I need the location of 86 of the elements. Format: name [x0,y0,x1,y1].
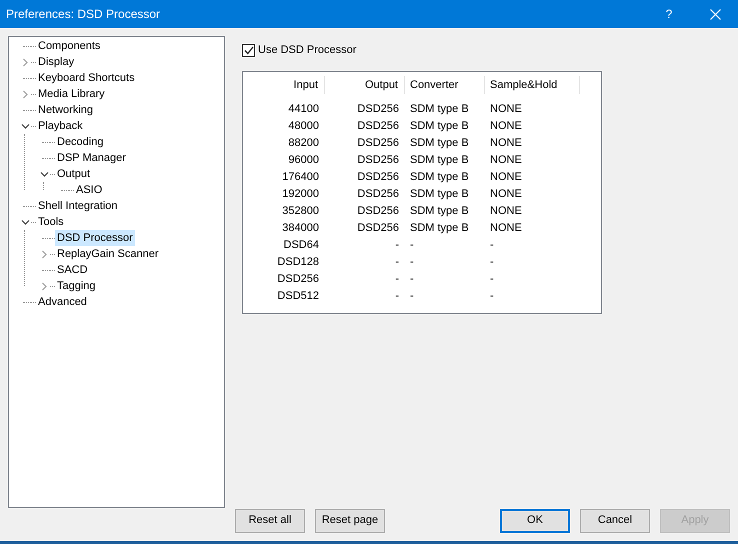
table-cell-text: DSD256 [356,204,400,218]
table-cell-text: SDM type B [409,170,470,184]
checkbox-label: Use DSD Processor [258,43,356,58]
tree-item[interactable]: Keyboard Shortcuts [36,70,137,86]
table-cell-text: NONE [489,102,523,116]
chevron-down-icon[interactable] [20,218,30,226]
column-header[interactable]: Output [325,76,405,94]
table-cell-text: DSD256 [276,272,320,286]
table-cell-text: 192000 [281,186,320,202]
tree-item[interactable]: Networking [36,102,96,118]
table-cell-text: - [489,238,495,252]
tree-item[interactable]: Advanced [36,294,89,310]
table-cell-text: - [409,288,415,304]
tree-item[interactable]: ASIO [74,182,104,198]
tree-item[interactable]: Playback [36,118,85,134]
tree-item[interactable]: ReplayGain Scanner [55,246,161,262]
table-cell-text: - [409,272,415,286]
tree-item[interactable]: DSP Manager [55,150,128,166]
table-cell-text: - [489,254,495,270]
table-cell-text: SDM type B [409,220,470,236]
dialog-button[interactable]: Cancel [580,508,650,532]
table-cell-text: NONE [489,118,523,134]
table-cell-text: - [394,238,400,252]
tree-item[interactable]: Shell Integration [36,198,120,214]
tree-item[interactable]: Media Library [36,86,107,102]
table-cell-text: - [489,288,495,304]
table-cell-text: - [394,288,400,304]
table-cell-text: SDM type B [409,204,470,218]
tree-item[interactable]: Output [55,166,92,182]
table-cell-text: 88200 [287,136,320,150]
dialog-button[interactable]: OK [500,508,570,532]
chevron-down-icon[interactable] [40,170,48,178]
tree-item[interactable]: Display [36,54,76,70]
table-cell-text: 352800 [281,204,320,218]
table-cell-text: - [409,238,415,252]
chevron-right-icon[interactable] [40,250,48,258]
table-cell-text: SDM type B [409,102,470,116]
tree-item[interactable]: Components [36,38,102,54]
table-cell-text: - [409,254,415,270]
table-cell-text: DSD256 [356,102,400,116]
table-cell-text: DSD256 [356,152,400,168]
close-icon [710,8,720,20]
help-button[interactable]: ? [646,0,692,28]
table-cell-text: NONE [489,152,523,168]
reset-button[interactable]: Reset page [315,508,385,532]
table-cell-text: 48000 [287,118,320,134]
table-cell-text: 384000 [281,220,320,236]
table-cell-text: 44100 [287,102,320,116]
table-cell-text: - [394,254,400,270]
table-cell-text: NONE [489,170,523,184]
table-cell-text: DSD64 [282,238,320,252]
table-cell-text: SDM type B [409,136,470,150]
column-header[interactable]: Sample&Hold [485,76,580,94]
table-cell-text: - [394,272,400,286]
reset-button[interactable]: Reset all [235,508,305,532]
table-cell-text: SDM type B [409,152,470,168]
tree-item[interactable]: Decoding [55,134,106,150]
table-cell-text: NONE [489,136,523,150]
column-header[interactable]: Converter [405,76,485,94]
table-cell-text: DSD256 [356,170,400,184]
chevron-right-icon[interactable] [20,90,30,98]
chevron-down-icon[interactable] [20,122,30,130]
tree-item[interactable]: SACD [55,262,90,278]
window-title: Preferences: DSD Processor [5,6,162,23]
table-cell-text: DSD256 [356,220,400,236]
table-cell-text: SDM type B [409,118,470,134]
table-cell-text: 96000 [287,152,320,168]
table-cell-text: DSD256 [356,136,400,150]
table-cell-text: DSD256 [356,186,400,202]
table-cell-text: NONE [489,204,523,218]
table-cell-text: 176400 [281,170,320,184]
chevron-right-icon[interactable] [40,282,48,290]
chevron-right-icon[interactable] [20,58,30,66]
table-cell-text: - [489,272,495,286]
table-cell-text: DSD128 [276,254,320,270]
tree-item[interactable]: DSD Processor [55,230,135,246]
table-cell-text: SDM type B [409,186,470,202]
table-cell-text: NONE [489,220,523,236]
column-header[interactable]: Input [245,76,325,94]
table-cell-text: DSD512 [276,288,320,304]
tree-item[interactable]: Tagging [55,278,98,294]
tree-item[interactable]: Tools [36,214,66,230]
check-icon [244,46,254,55]
checkbox[interactable] [242,44,255,57]
table-cell-text: DSD256 [356,118,400,134]
table-cell-text: NONE [489,186,523,202]
